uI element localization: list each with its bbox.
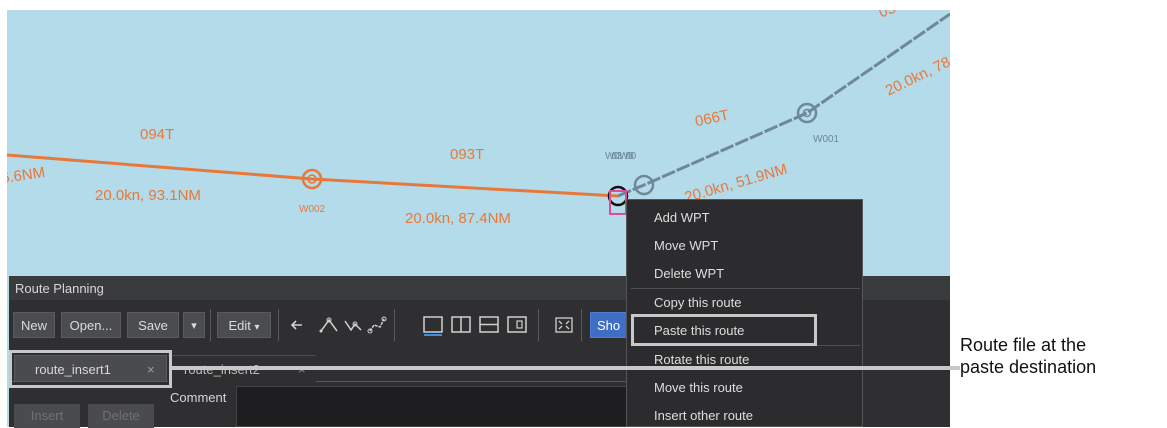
annotation-text: Route file at the paste destination [960, 334, 1096, 378]
route-icon-2[interactable] [342, 312, 364, 338]
toolbar-separator [538, 309, 539, 341]
new-button[interactable]: New [13, 312, 55, 338]
menu-item-delete-wpt[interactable]: Delete WPT [654, 266, 724, 281]
route-context-menu: Add WPT Move WPT Delete WPT Copy this ro… [626, 199, 863, 427]
toolbar-separator [581, 309, 582, 341]
menu-item-move-route[interactable]: Move this route [654, 380, 743, 395]
comment-input[interactable] [236, 386, 628, 427]
paste-route-highlight [631, 314, 817, 346]
edit-menu-button[interactable]: Edit ▾ [217, 312, 271, 338]
layout-vsplit-icon[interactable] [450, 312, 472, 338]
callout-leader-line [172, 366, 956, 370]
comment-label: Comment [170, 390, 227, 405]
leg-b-info: 20.0kn, 87.4NM [405, 210, 511, 227]
annotation-line-2: paste destination [960, 357, 1097, 377]
callout-leader-end [950, 366, 960, 370]
waypoint-w001-label: W001 [813, 134, 840, 145]
leg-a-course: 094T [140, 126, 175, 143]
menu-item-move-wpt[interactable]: Move WPT [654, 238, 718, 253]
leg-b-course: 093T [450, 146, 485, 163]
delete-button[interactable]: Delete [88, 404, 154, 428]
route-icon-1[interactable] [318, 312, 340, 338]
menu-item-insert-other-route[interactable]: Insert other route [654, 408, 753, 423]
layout-hsplit-icon[interactable] [478, 312, 500, 338]
edit-label: Edit [228, 318, 251, 333]
save-dropdown-button[interactable]: ▾ [183, 312, 205, 338]
toolbar-separator [210, 309, 211, 341]
menu-item-add-wpt[interactable]: Add WPT [654, 210, 710, 225]
waypoint-w003-w000-label: W003W000 [605, 151, 636, 162]
waypoint-w001-marker [796, 102, 818, 124]
save-button[interactable]: Save [127, 312, 179, 338]
toolbar-separator [394, 309, 395, 341]
edit-arrow-icon: ▾ [254, 322, 260, 333]
insert-button[interactable]: Insert [14, 404, 80, 428]
show-button[interactable]: Sho [590, 312, 630, 338]
waypoint-w002-label: W002 [299, 204, 326, 215]
layout-single-icon[interactable] [422, 312, 444, 338]
tab-highlight [9, 350, 172, 388]
menu-separator [631, 288, 860, 289]
leg-a-info: 20.0kn, 93.1NM [95, 187, 201, 204]
fit-screen-icon[interactable] [553, 312, 575, 338]
route-icon-3[interactable] [366, 312, 388, 338]
menu-item-rotate-route[interactable]: Rotate this route [654, 352, 749, 367]
open-button[interactable]: Open... [61, 312, 121, 338]
toolbar-separator [278, 309, 279, 341]
annotation-line-1: Route file at the [960, 335, 1087, 355]
menu-item-copy-route[interactable]: Copy this route [654, 295, 741, 310]
layout-inset-icon[interactable] [506, 312, 528, 338]
back-arrow-icon[interactable] [286, 312, 308, 338]
